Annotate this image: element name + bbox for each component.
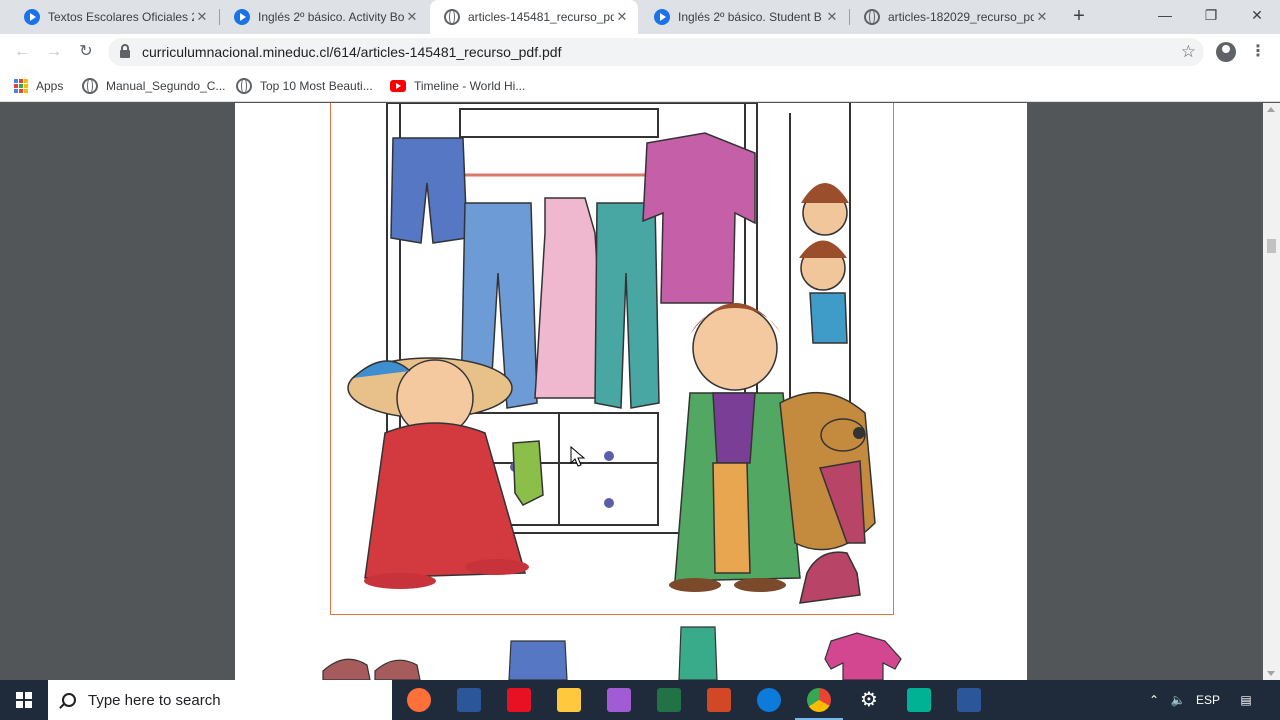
close-icon[interactable]: ✕ bbox=[194, 9, 210, 25]
globe-icon bbox=[82, 78, 98, 94]
bookmark-label: Manual_Segundo_C... bbox=[106, 79, 226, 93]
bookmark-manual-segundo[interactable]: Manual_Segundo_C... bbox=[82, 70, 225, 102]
scroll-thumb[interactable] bbox=[1267, 239, 1276, 253]
pdf-viewer[interactable] bbox=[0, 103, 1263, 680]
powerpoint-icon[interactable] bbox=[707, 688, 731, 712]
url-text: curriculumnacional.mineduc.cl/614/articl… bbox=[142, 44, 562, 60]
tab-label: articles-182029_recurso_pd bbox=[888, 10, 1034, 24]
bookmark-apps[interactable]: Apps bbox=[14, 70, 63, 102]
bookmark-timeline[interactable]: Timeline - World Hi... bbox=[390, 70, 525, 102]
close-window-button[interactable]: ✕ bbox=[1234, 0, 1280, 32]
scroll-down-arrow-icon[interactable] bbox=[1267, 671, 1275, 676]
bookmark-label: Timeline - World Hi... bbox=[414, 79, 526, 93]
profile-avatar-icon[interactable] bbox=[1216, 42, 1236, 62]
tab-label: Textos Escolares Oficiales 2 bbox=[48, 10, 194, 24]
globe-icon bbox=[236, 78, 252, 94]
windows-logo-icon bbox=[16, 692, 32, 708]
word-icon[interactable] bbox=[457, 688, 481, 712]
file-explorer-icon[interactable] bbox=[557, 688, 581, 712]
excel-icon[interactable] bbox=[657, 688, 681, 712]
tab-articles-182029[interactable]: articles-182029_recurso_pd ✕ bbox=[850, 0, 1058, 34]
new-tab-button[interactable]: + bbox=[1068, 6, 1090, 28]
bookmark-top-10[interactable]: Top 10 Most Beauti... bbox=[236, 70, 373, 102]
windows-taskbar: Type here to search ⚙ ⌃ 🔈 ESP ▤ bbox=[0, 680, 1280, 720]
tab-label: Inglés 2º básico. Activity Bo bbox=[258, 10, 404, 24]
notifications-icon[interactable]: ▤ bbox=[1236, 680, 1256, 720]
lock-icon bbox=[120, 44, 130, 58]
tab-textos-escolares[interactable]: Textos Escolares Oficiales 2 ✕ bbox=[10, 0, 218, 34]
chrome-menu-icon[interactable]: ⋮ bbox=[1250, 40, 1266, 64]
search-placeholder: Type here to search bbox=[88, 691, 221, 709]
youtube-icon bbox=[390, 80, 406, 92]
word-icon[interactable] bbox=[957, 688, 981, 712]
minimize-button[interactable]: — bbox=[1142, 0, 1188, 32]
apps-grid-icon bbox=[14, 79, 28, 93]
start-button[interactable] bbox=[0, 680, 48, 720]
address-bar[interactable]: curriculumnacional.mineduc.cl/614/articl… bbox=[108, 38, 1204, 66]
taskbar-search-box[interactable]: Type here to search bbox=[48, 680, 392, 720]
browser-toolbar: ← → ↻ curriculumnacional.mineduc.cl/614/… bbox=[0, 34, 1280, 70]
settings-icon[interactable]: ⚙ bbox=[857, 688, 881, 712]
tab-label: Inglés 2º básico. Student B bbox=[678, 10, 822, 24]
pdf-page bbox=[235, 103, 1027, 680]
gift-app-icon[interactable] bbox=[507, 688, 531, 712]
bookmark-label: Top 10 Most Beauti... bbox=[260, 79, 373, 93]
tab-articles-145481[interactable]: articles-145481_recurso_pd ✕ bbox=[430, 0, 638, 34]
video-favicon-icon bbox=[234, 9, 250, 25]
volume-icon[interactable]: 🔈 bbox=[1168, 680, 1188, 720]
paint-app-icon[interactable] bbox=[607, 688, 631, 712]
video-favicon-icon bbox=[654, 9, 670, 25]
tab-student-book[interactable]: Inglés 2º básico. Student B ✕ bbox=[640, 0, 848, 34]
close-icon[interactable]: ✕ bbox=[404, 9, 420, 25]
back-button[interactable]: ← bbox=[10, 40, 34, 64]
forward-button[interactable]: → bbox=[42, 40, 66, 64]
firefox-icon[interactable] bbox=[407, 688, 431, 712]
chrome-icon[interactable] bbox=[795, 688, 843, 720]
edge-icon[interactable] bbox=[757, 688, 781, 712]
tab-label: articles-145481_recurso_pd bbox=[468, 10, 614, 24]
search-icon bbox=[62, 693, 76, 707]
bookmark-label: Apps bbox=[36, 79, 64, 93]
language-indicator[interactable]: ESP bbox=[1194, 680, 1222, 720]
close-icon[interactable]: ✕ bbox=[614, 9, 630, 25]
restore-button[interactable]: ❐ bbox=[1188, 0, 1234, 32]
tab-strip: Textos Escolares Oficiales 2 ✕ Inglés 2º… bbox=[0, 0, 1280, 34]
bookmarks-bar: Apps Manual_Segundo_C... Top 10 Most Bea… bbox=[0, 70, 1280, 102]
wardrobe-illustration bbox=[322, 103, 902, 680]
show-hidden-icons-icon[interactable]: ⌃ bbox=[1146, 680, 1162, 720]
globe-favicon-icon bbox=[444, 9, 460, 25]
close-icon[interactable]: ✕ bbox=[824, 9, 840, 25]
tab-activity-book[interactable]: Inglés 2º básico. Activity Bo ✕ bbox=[220, 0, 428, 34]
close-icon[interactable]: ✕ bbox=[1034, 9, 1050, 25]
reload-button[interactable]: ↻ bbox=[74, 40, 98, 64]
video-favicon-icon bbox=[24, 9, 40, 25]
globe-favicon-icon bbox=[864, 9, 880, 25]
app-green-icon[interactable] bbox=[907, 688, 931, 712]
bookmark-star-icon[interactable]: ☆ bbox=[1181, 42, 1196, 62]
vertical-scrollbar[interactable] bbox=[1263, 103, 1280, 680]
scroll-up-arrow-icon[interactable] bbox=[1267, 107, 1275, 112]
